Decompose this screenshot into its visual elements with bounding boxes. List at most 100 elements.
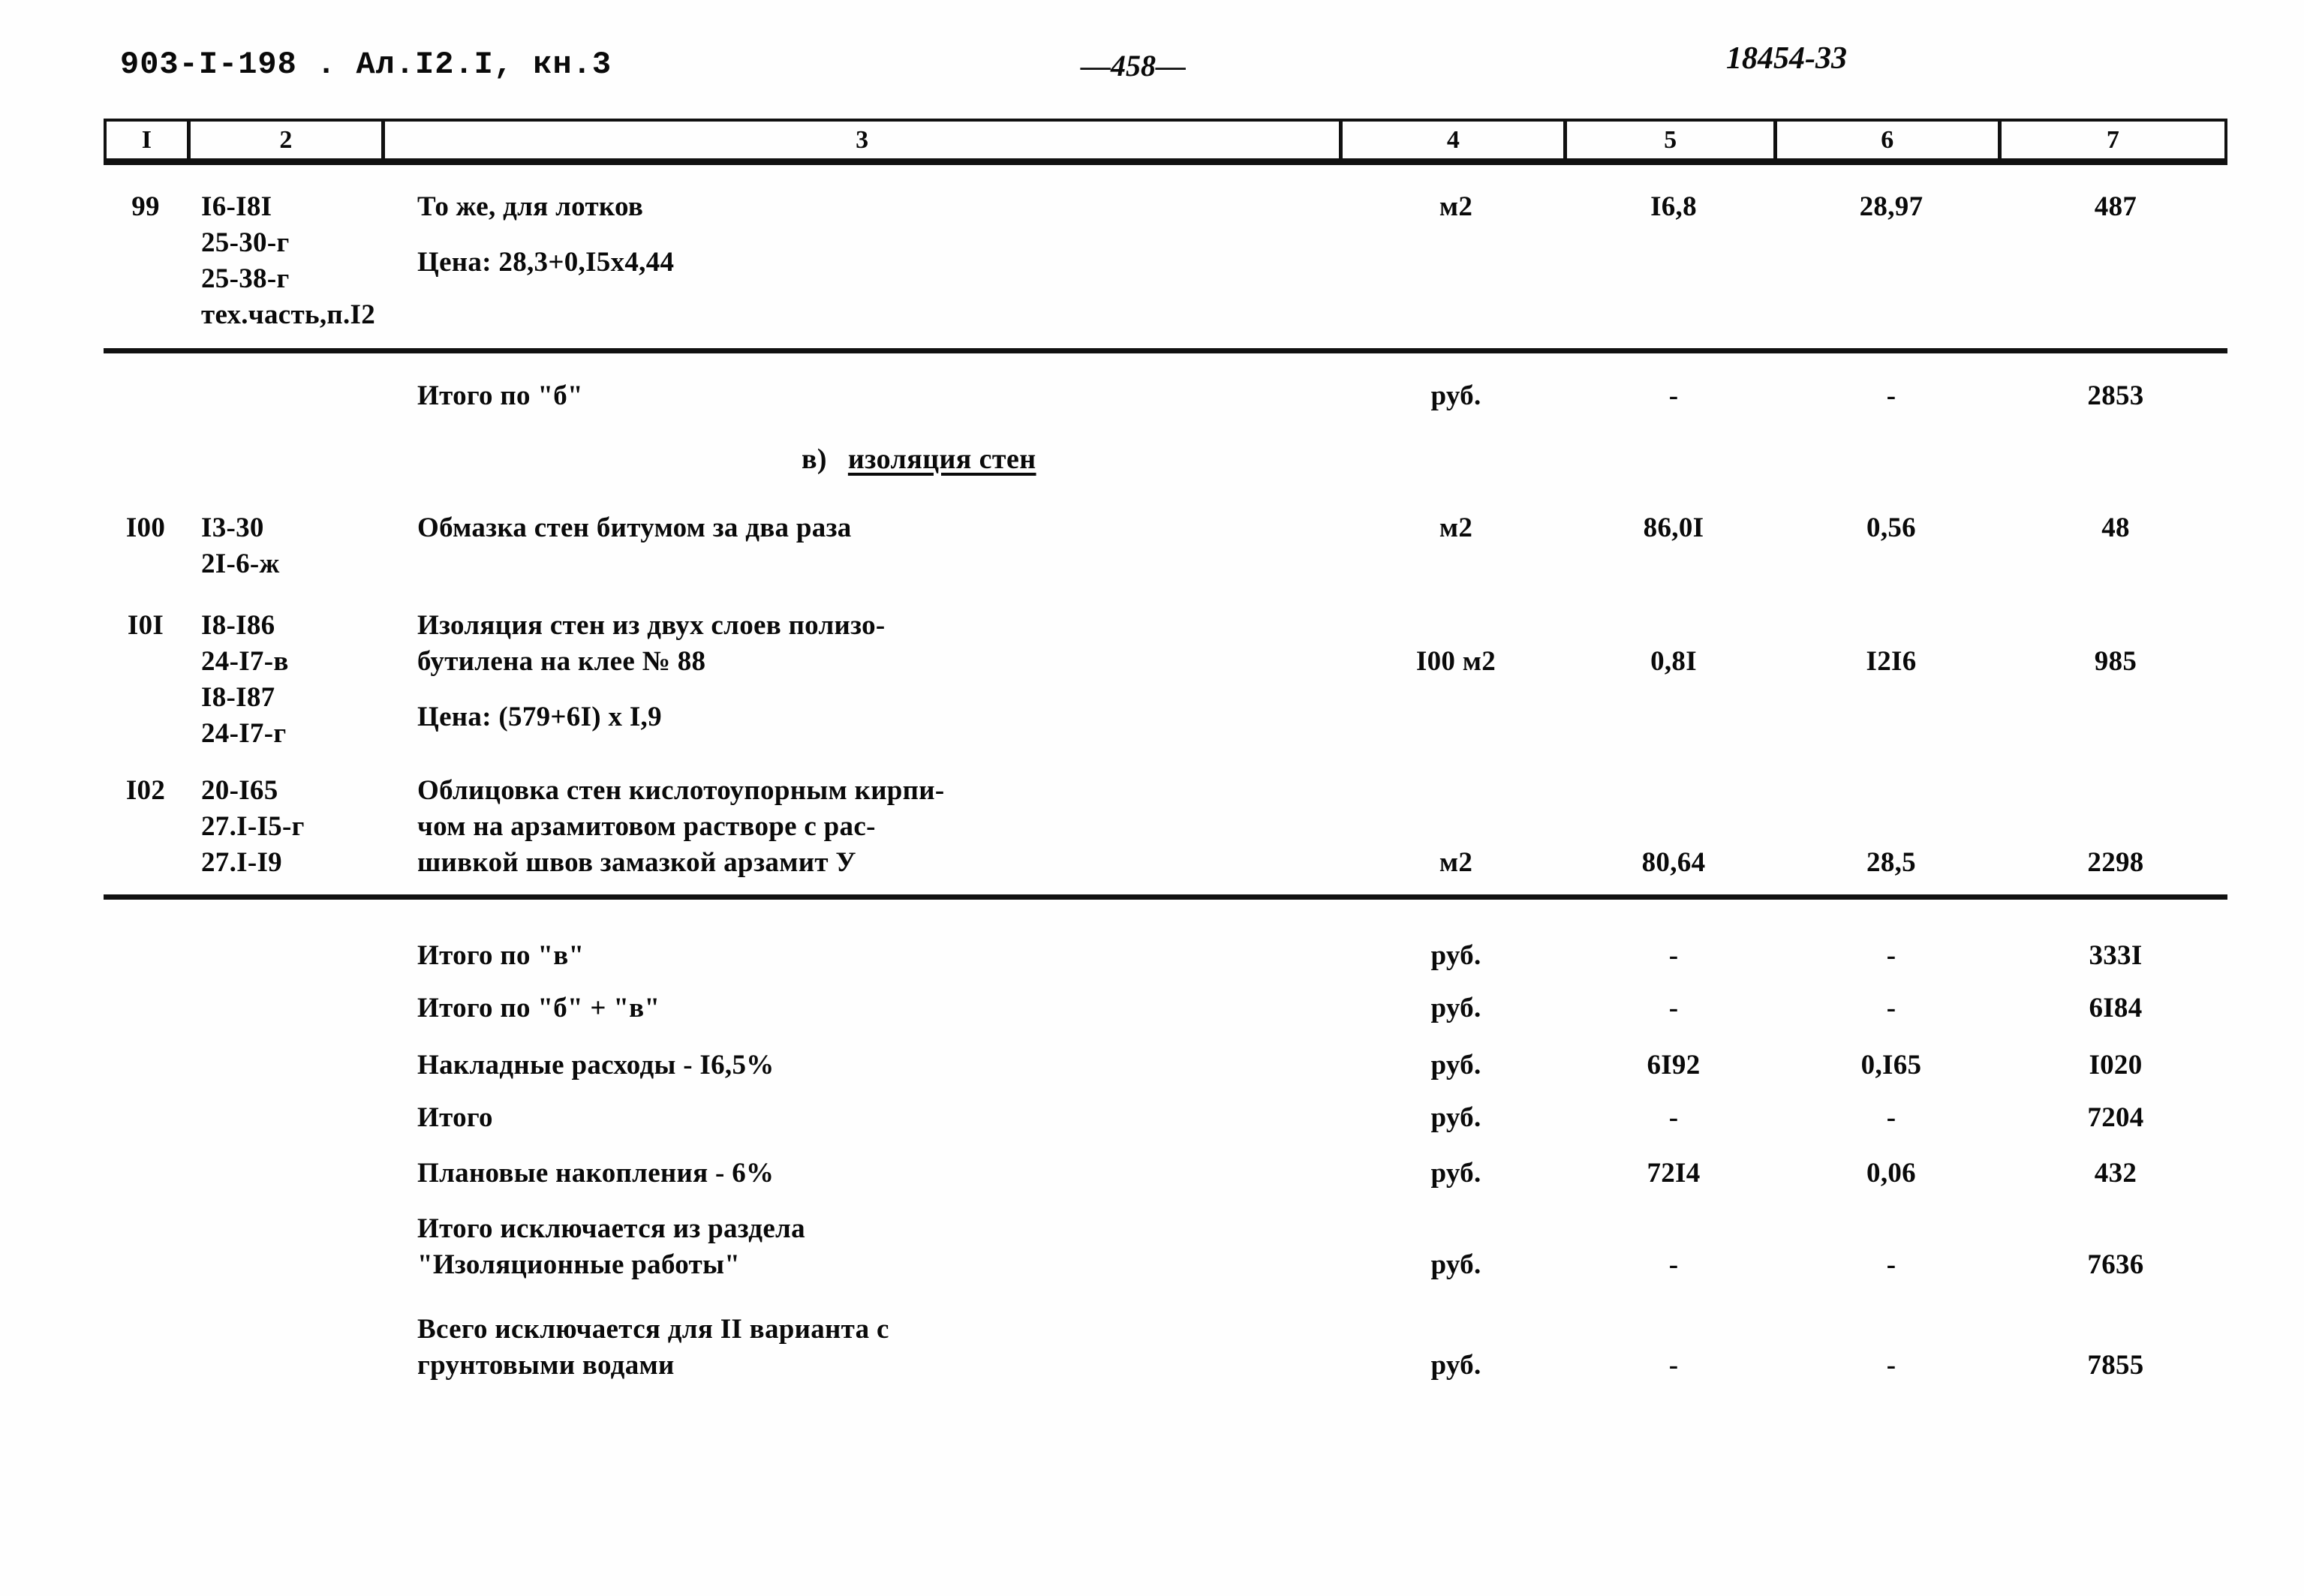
description-line: грунтовыми водами	[417, 1350, 675, 1381]
description-line: Итого по "б"	[417, 380, 583, 411]
row-codes: 20-I65 27.I-I5-г 27.I-I9	[188, 767, 383, 881]
row-number: I02	[125, 775, 166, 806]
row-codes	[188, 1306, 383, 1312]
description-line: Цена: 28,3+0,I5x4,44	[417, 247, 675, 278]
column-header-3: 3	[385, 122, 1343, 158]
table-row: I0I I8-I86 24-I7-в I8-I87 24-I7-г Изоляц…	[104, 602, 2227, 752]
row-description: Итого	[383, 1094, 1343, 1136]
code-line: 24-I7-г	[201, 718, 287, 750]
row-number: I0I	[127, 610, 164, 641]
table-row: Итого по "в" руб. - - 333I	[104, 932, 2227, 974]
row-number	[104, 1150, 188, 1156]
row-value-7: 7204	[2087, 1102, 2144, 1133]
row-unit: руб.	[1430, 993, 1481, 1023]
divider-rule	[1340, 348, 2227, 353]
row-value-5: -	[1668, 1249, 1679, 1280]
section-heading-prefix: в)	[802, 443, 827, 475]
code-line: 20-I65	[201, 775, 278, 806]
row-description: Обмазка стен битумом за два раза	[383, 504, 1343, 546]
row-unit: м2	[1439, 191, 1473, 222]
description-line: Итого по "в"	[417, 940, 585, 971]
document-code: 903-I-198 . Ал.I2.I, кн.3	[120, 47, 612, 83]
row-codes: I6-I8I 25-30-г 25-38-г тех.часть,п.I2	[188, 183, 383, 333]
row-value-6: 0,I65	[1860, 1050, 1922, 1081]
description-line: чом на арзамитовом растворе с рас-	[417, 811, 876, 843]
table-row: Итого по "б" + "в" руб. - - 6I84	[104, 984, 2227, 1026]
description-line: Облицовка стен кислотоупорным кирпи-	[417, 775, 945, 806]
row-value-7: 985	[2094, 646, 2137, 677]
row-value-6: -	[1886, 380, 1896, 411]
row-value-5: 0,8I	[1650, 646, 1697, 677]
row-codes	[188, 1041, 383, 1047]
column-header-7: 7	[2106, 125, 2119, 154]
row-value-6: 28,5	[1866, 847, 1916, 878]
row-unit: руб.	[1430, 380, 1481, 411]
code-line: I8-I86	[201, 610, 275, 641]
row-value-5: -	[1668, 1350, 1679, 1381]
table-row: Итого исключается из раздела "Изоляционн…	[104, 1205, 2227, 1283]
row-value-5: 86,0I	[1643, 512, 1704, 543]
row-unit: руб.	[1430, 1249, 1481, 1280]
table-row: Итого руб. - - 7204	[104, 1094, 2227, 1136]
row-value-5: I6,8	[1650, 191, 1697, 222]
code-line: 25-38-г	[201, 263, 290, 295]
code-line: тех.часть,п.I2	[201, 299, 376, 331]
row-value-5: -	[1668, 993, 1679, 1023]
row-value-5: 80,64	[1641, 847, 1706, 878]
row-value-6: 0,06	[1866, 1158, 1916, 1189]
row-description: Плановые накопления - 6%	[383, 1150, 1343, 1192]
row-description: То же, для лотков Цена: 28,3+0,I5x4,44	[383, 183, 1343, 281]
row-value-6: -	[1886, 1249, 1896, 1280]
description-line: Накладные расходы - I6,5%	[417, 1050, 775, 1081]
description-line: То же, для лотков	[417, 191, 644, 222]
row-number	[104, 1205, 188, 1211]
row-value-7: 2298	[2087, 847, 2144, 878]
divider-rule	[104, 894, 2227, 900]
row-codes	[188, 372, 383, 378]
row-description: Итого по "в"	[383, 932, 1343, 974]
code-line: 24-I7-в	[201, 646, 289, 678]
section-heading: в) изоляция стен	[802, 443, 1036, 476]
code-line: 2I-6-ж	[201, 549, 280, 580]
description-line: Обмазка стен битумом за два раза	[417, 512, 852, 543]
row-codes	[188, 932, 383, 938]
row-value-7: 7855	[2087, 1350, 2144, 1381]
row-value-5: -	[1668, 940, 1679, 971]
section-heading-title: изоляция стен	[847, 443, 1036, 475]
table-row: Накладные расходы - I6,5% руб. 6I92 0,I6…	[104, 1041, 2227, 1084]
row-value-6: -	[1886, 940, 1896, 971]
column-header-4: 4	[1343, 122, 1568, 158]
row-description: Изоляция стен из двух слоев полизо- бути…	[383, 602, 1343, 735]
column-header-1: I	[107, 122, 191, 158]
row-value-6: -	[1886, 993, 1896, 1023]
table-column-header: I 2 3 4 5 6 7	[104, 119, 2227, 165]
table-row: Всего исключается для II варианта с грун…	[104, 1306, 2227, 1384]
description-line: бутилена на клее № 88	[417, 646, 706, 678]
row-description: Облицовка стен кислотоупорным кирпи- чом…	[383, 767, 1343, 881]
row-number	[104, 372, 188, 378]
row-value-5: -	[1668, 1102, 1679, 1133]
row-description: Итого по "б" + "в"	[383, 984, 1343, 1026]
row-value-6: 0,56	[1866, 512, 1916, 543]
row-value-6: -	[1886, 1350, 1896, 1381]
sheet-number: 18454-33	[1726, 41, 1847, 76]
divider-rule	[104, 348, 1340, 353]
row-value-6: 28,97	[1859, 191, 1924, 222]
code-line: 25-30-г	[201, 227, 290, 259]
row-value-7: 432	[2094, 1158, 2137, 1189]
row-unit: руб.	[1430, 1158, 1481, 1189]
table-row: Плановые накопления - 6% руб. 72I4 0,06 …	[104, 1150, 2227, 1192]
row-number	[104, 1041, 188, 1047]
row-value-5: -	[1668, 380, 1679, 411]
column-header-5: 5	[1567, 122, 1777, 158]
table-row: I02 20-I65 27.I-I5-г 27.I-I9 Облицовка с…	[104, 767, 2227, 881]
row-codes	[188, 1094, 383, 1100]
document-page: 903-I-198 . Ал.I2.I, кн.3 —458— 18454-33…	[0, 0, 2304, 1596]
description-line: Итого	[417, 1102, 493, 1133]
column-header-2: 2	[191, 122, 385, 158]
column-header-6: 6	[1777, 122, 2002, 158]
row-number	[104, 1094, 188, 1100]
table-row: I00 I3-30 2I-6-ж Обмазка стен битумом за…	[104, 504, 2227, 582]
description-line: Цена: (579+6I) x I,9	[417, 702, 662, 733]
description-line: "Изоляционные работы"	[417, 1249, 741, 1281]
